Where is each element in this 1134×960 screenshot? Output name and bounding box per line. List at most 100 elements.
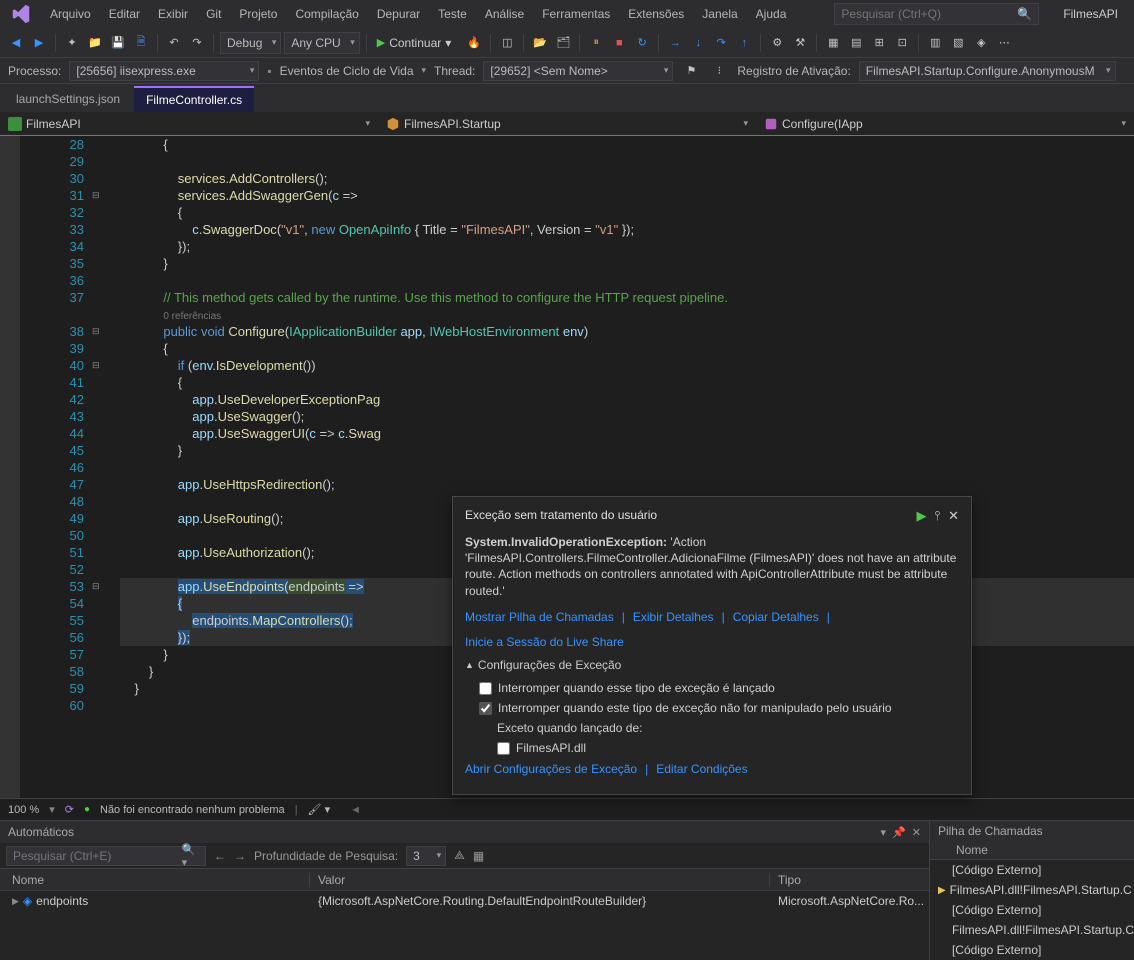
redo-icon[interactable]: ↷ <box>187 33 207 53</box>
menu-build[interactable]: Compilação <box>287 4 366 24</box>
step-icon[interactable]: → <box>665 33 685 53</box>
autos-row[interactable]: ▶◈endpoints {Microsoft.AspNetCore.Routin… <box>0 891 929 911</box>
popup-pin-icon[interactable]: ⫯ <box>934 507 940 524</box>
callstack-row[interactable]: [Código Externo] <box>930 900 1134 920</box>
autos-title[interactable]: Automáticos ▾📌✕ <box>0 821 929 843</box>
nav-back-icon[interactable]: ◀ <box>6 33 26 53</box>
cb-except-dll[interactable]: FilmesAPI.dll <box>497 740 959 757</box>
cb-break-unhandled[interactable]: Interromper quando este tipo de exceção … <box>479 700 959 717</box>
menu-help[interactable]: Ajuda <box>748 4 795 24</box>
col-name[interactable]: Nome <box>0 873 310 887</box>
hot-reload-icon[interactable]: 🔥 <box>464 33 484 53</box>
nav-fwd-icon[interactable]: ▶ <box>29 33 49 53</box>
ext3-icon[interactable]: ⊞ <box>869 33 889 53</box>
more2-icon[interactable]: ▧ <box>948 33 968 53</box>
scroll-left-icon[interactable]: ◄ <box>350 804 361 816</box>
tool2-icon[interactable]: ▦ <box>473 849 484 863</box>
nav-class[interactable]: FilmesAPI.Startup <box>378 112 756 135</box>
exception-settings-header[interactable]: ▲Configurações de Exceção <box>465 657 959 674</box>
tool-icon[interactable]: ⚙ <box>767 33 787 53</box>
tab-launchsettings[interactable]: launchSettings.json <box>4 86 132 112</box>
panel-pin-icon[interactable]: 📌 <box>892 826 906 839</box>
global-search[interactable]: 🔍 <box>834 3 1039 25</box>
menu-file[interactable]: Arquivo <box>42 4 99 24</box>
link-callstack[interactable]: Mostrar Pilha de Chamadas <box>465 609 614 626</box>
nav-back-icon[interactable]: ← <box>214 849 226 863</box>
link-copy[interactable]: Copiar Detalhes <box>733 609 819 626</box>
events-label[interactable]: Eventos de Ciclo de Vida <box>280 64 414 78</box>
exception-popup: Exceção sem tratamento do usuário ▶ ⫯ ✕ … <box>452 496 972 795</box>
menu-view[interactable]: Exibir <box>150 4 196 24</box>
menu-test[interactable]: Teste <box>430 4 475 24</box>
callstack-row[interactable]: [Código Externo] <box>930 940 1134 960</box>
more1-icon[interactable]: ▥ <box>925 33 945 53</box>
config-dropdown[interactable]: Debug <box>220 32 281 54</box>
link-liveshare[interactable]: Inicie a Sessão do Live Share <box>465 634 624 651</box>
nav-fwd-icon[interactable]: → <box>234 849 246 863</box>
callstack-row[interactable]: ▶FilmesAPI.dll!FilmesAPI.Startup.C <box>930 880 1134 900</box>
zoom-level[interactable]: 100 % <box>8 804 39 816</box>
open-icon[interactable]: 📁 <box>85 33 105 53</box>
panel-dropdown-icon[interactable]: ▾ <box>881 826 887 839</box>
save-all-icon[interactable]: 🗎 <box>131 33 151 53</box>
menu-extensions[interactable]: Extensões <box>620 4 692 24</box>
pause-icon[interactable]: ⏸ <box>586 33 606 53</box>
more4-icon[interactable]: ⋯ <box>994 33 1014 53</box>
code-editor[interactable]: 💡 28293031323334353637383940414243444546… <box>0 136 1134 798</box>
menu-analyze[interactable]: Análise <box>477 4 532 24</box>
continue-button[interactable]: ▶Continuar ▾ <box>373 32 462 54</box>
more3-icon[interactable]: ◈ <box>971 33 991 53</box>
platform-dropdown[interactable]: Any CPU <box>284 32 359 54</box>
search-input[interactable] <box>841 7 1017 21</box>
popup-close-icon[interactable]: ✕ <box>948 507 959 524</box>
tool-icon[interactable]: ⟁ <box>454 848 465 863</box>
popup-continue-icon[interactable]: ▶ <box>916 507 926 524</box>
link-edit-conditions[interactable]: Editar Condições <box>656 761 747 778</box>
expand-icon[interactable]: ▶ <box>12 896 19 907</box>
ext2-icon[interactable]: ▤ <box>846 33 866 53</box>
breakpoint-margin[interactable] <box>0 136 20 798</box>
menu-git[interactable]: Git <box>198 4 229 24</box>
callstack-row[interactable]: FilmesAPI.dll!FilmesAPI.Startup.C <box>930 920 1134 940</box>
undo-icon[interactable]: ↶ <box>164 33 184 53</box>
step-into-icon[interactable]: ↓ <box>688 33 708 53</box>
menu-window[interactable]: Janela <box>694 4 745 24</box>
link-details[interactable]: Exibir Detalhes <box>633 609 714 626</box>
menu-tools[interactable]: Ferramentas <box>534 4 618 24</box>
nav-project[interactable]: FilmesAPI <box>0 112 378 135</box>
fold-column[interactable]: ⊟⊟⊟⊟ <box>90 136 120 798</box>
autos-search-input[interactable] <box>13 849 182 863</box>
link-open-settings[interactable]: Abrir Configurações de Exceção <box>465 761 637 778</box>
col-value[interactable]: Valor <box>310 873 770 887</box>
save-icon[interactable]: 💾 <box>108 33 128 53</box>
stop-icon[interactable]: ■ <box>609 33 629 53</box>
restart-icon[interactable]: ↻ <box>632 33 652 53</box>
ext1-icon[interactable]: ▦ <box>823 33 843 53</box>
callstack-title[interactable]: Pilha de Chamadas <box>930 821 1134 840</box>
menu-debug[interactable]: Depurar <box>369 4 428 24</box>
menu-edit[interactable]: Editar <box>101 4 148 24</box>
ext4-icon[interactable]: ⊡ <box>892 33 912 53</box>
menu-project[interactable]: Projeto <box>231 4 285 24</box>
thread-dropdown[interactable]: [29652] <Sem Nome> <box>483 61 673 81</box>
tab-filmecontroller[interactable]: FilmeController.cs <box>134 86 254 112</box>
cb-break-thrown[interactable]: Interromper quando esse tipo de exceção … <box>479 680 959 697</box>
brush-icon[interactable]: 🖌 ▾ <box>308 803 331 816</box>
tree-icon[interactable]: 🗂 <box>553 33 573 53</box>
flag-icon[interactable]: ⚑ <box>681 61 701 81</box>
process-dropdown[interactable]: [25656] iisexpress.exe <box>69 61 259 81</box>
nav-method[interactable]: Configure(IApp <box>756 112 1134 135</box>
tool2-icon[interactable]: ⚒ <box>790 33 810 53</box>
autos-search[interactable]: 🔍▾ <box>6 846 206 866</box>
browse-icon[interactable]: ◫ <box>497 33 517 53</box>
folder-icon[interactable]: 📂 <box>530 33 550 53</box>
threads-icon[interactable]: ⁝ <box>709 61 729 81</box>
step-over-icon[interactable]: ↷ <box>711 33 731 53</box>
panel-close-icon[interactable]: ✕ <box>912 826 921 839</box>
callstack-row[interactable]: [Código Externo] <box>930 860 1134 880</box>
col-type[interactable]: Tipo <box>770 873 929 887</box>
step-out-icon[interactable]: ↑ <box>734 33 754 53</box>
new-icon[interactable]: ✦ <box>62 33 82 53</box>
activation-dropdown[interactable]: FilmesAPI.Startup.Configure.AnonymousM <box>859 61 1116 81</box>
depth-dropdown[interactable]: 3 <box>406 846 446 866</box>
